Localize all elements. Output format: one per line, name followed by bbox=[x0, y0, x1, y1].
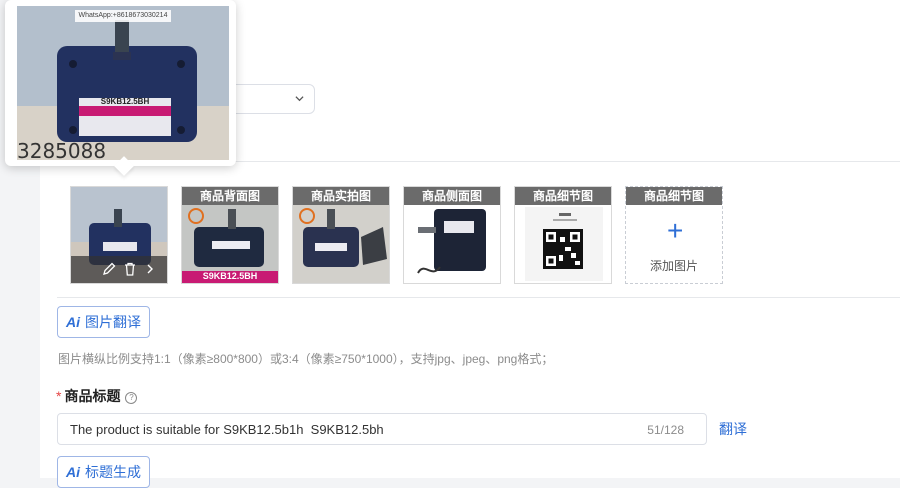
category-select[interactable] bbox=[225, 84, 315, 114]
watermark: WhatsApp:+8618673030214 bbox=[75, 10, 171, 22]
required-mark: * bbox=[56, 388, 62, 404]
image-thumb-detail[interactable]: 商品细节图 bbox=[514, 186, 612, 284]
help-icon[interactable]: ? bbox=[125, 392, 138, 404]
image-translate-label: 图片翻译 bbox=[85, 314, 141, 330]
image-action-bar bbox=[71, 256, 167, 283]
top-divider bbox=[235, 161, 900, 162]
image-thumb-back[interactable]: 商品背面图 S9KB12.5BH bbox=[181, 186, 279, 284]
preview-bg-digits: 3285088 bbox=[17, 139, 106, 160]
images-divider bbox=[57, 297, 900, 298]
image-preview-popover: S9KB12.5BH 3285088 WhatsApp:+86186730302… bbox=[5, 0, 236, 176]
translate-link[interactable]: 翻译 bbox=[719, 419, 747, 439]
title-field-label: * 商品标题? bbox=[56, 386, 138, 406]
add-image-label: 添加图片 bbox=[649, 259, 698, 273]
ai-icon: Ai bbox=[66, 314, 80, 330]
image-caption: 商品细节图 bbox=[515, 187, 611, 205]
motor-preview-image: S9KB12.5BH 3285088 bbox=[17, 6, 229, 160]
plus-icon: + bbox=[667, 215, 684, 246]
model-tag: S9KB12.5BH bbox=[202, 271, 258, 281]
image-format-hint: 图片横纵比例支持1:1（像素≥800*800）或3:4（像素≥750*1000）… bbox=[58, 352, 554, 366]
image-caption: 商品侧面图 bbox=[404, 187, 500, 205]
image-thumb-real[interactable]: 商品实拍图 bbox=[292, 186, 390, 284]
chevron-right-icon[interactable] bbox=[145, 263, 155, 275]
char-counter: 51/128 bbox=[647, 423, 684, 437]
title-generate-label: 标题生成 bbox=[85, 464, 141, 480]
preview-motor-label: S9KB12.5BH bbox=[101, 97, 150, 106]
add-image-button[interactable]: 商品细节图 + 添加图片 bbox=[625, 186, 723, 284]
image-thumb-main[interactable] bbox=[70, 186, 168, 284]
title-input-value: The product is suitable for S9KB12.5b1h … bbox=[70, 422, 384, 437]
image-translate-button[interactable]: Ai 图片翻译 bbox=[57, 306, 150, 338]
title-input[interactable]: The product is suitable for S9KB12.5b1h … bbox=[57, 413, 707, 445]
title-generate-button[interactable]: Ai 标题生成 bbox=[57, 456, 150, 488]
image-thumb-side[interactable]: 商品侧面图 bbox=[403, 186, 501, 284]
title-label-text: 商品标题 bbox=[64, 388, 121, 404]
delete-icon[interactable] bbox=[123, 262, 137, 276]
image-caption: 商品实拍图 bbox=[293, 187, 389, 205]
image-caption: 商品背面图 bbox=[182, 187, 278, 205]
image-caption: 商品细节图 bbox=[626, 187, 722, 205]
chevron-down-icon bbox=[295, 96, 304, 102]
edit-icon[interactable] bbox=[102, 262, 116, 276]
